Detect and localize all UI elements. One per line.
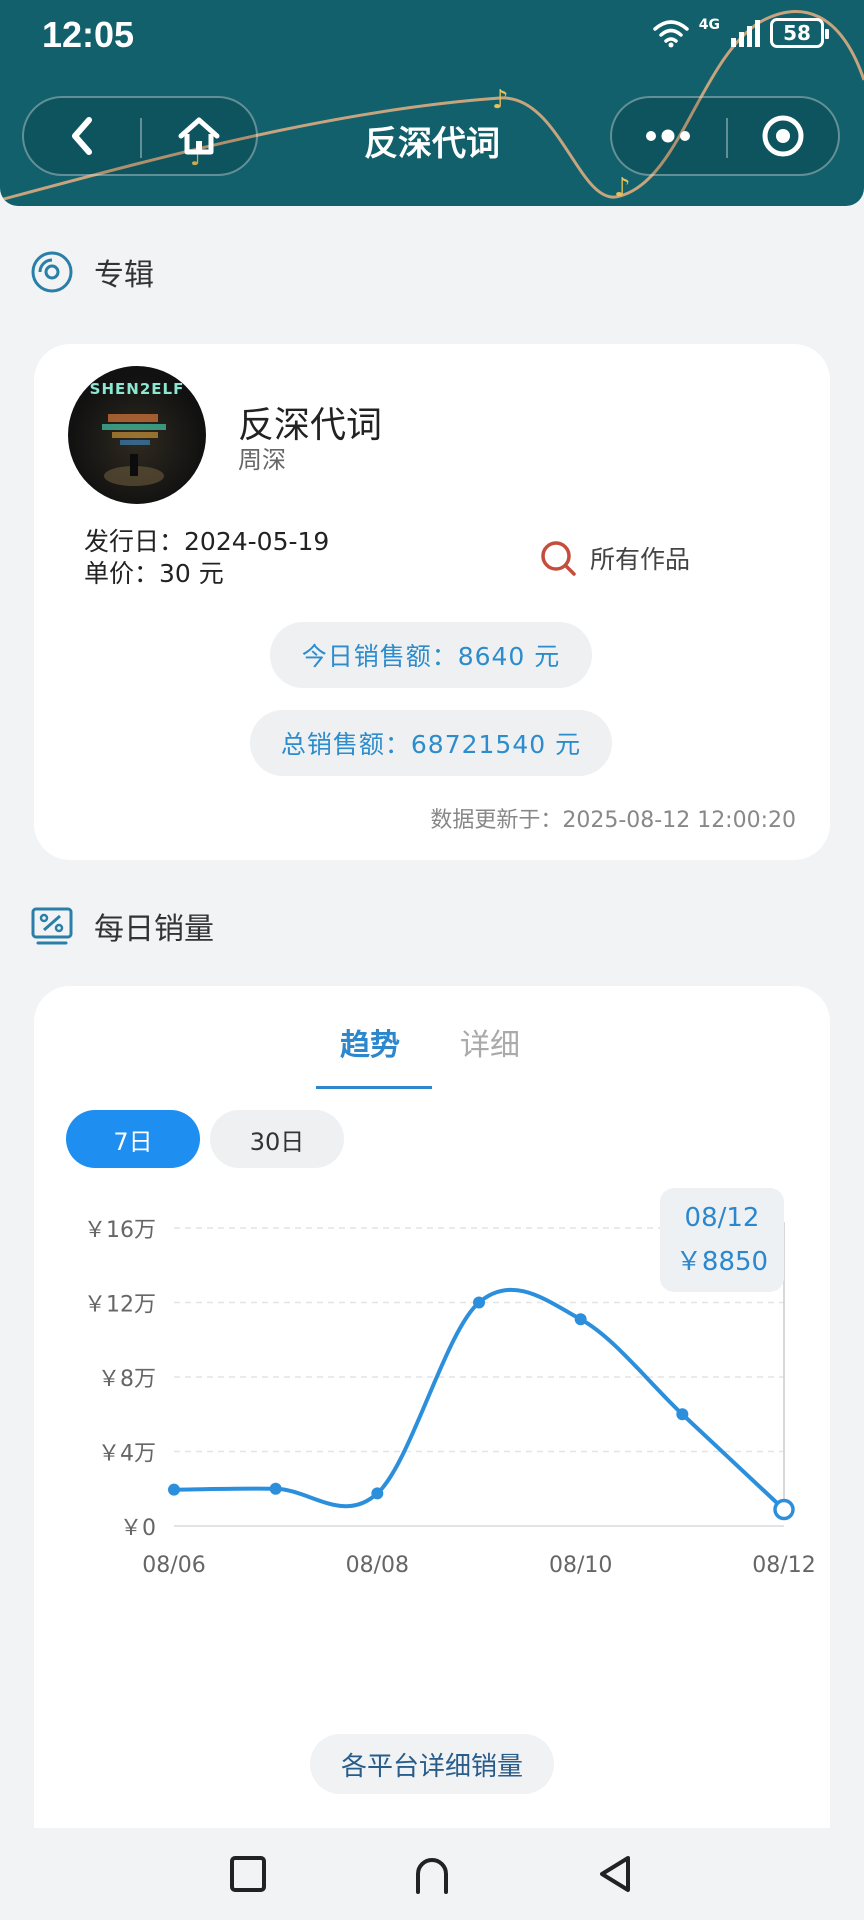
- recents-button[interactable]: [218, 1844, 278, 1904]
- chart-percent-icon: [31, 907, 73, 945]
- y-tick-label: ￥0: [120, 1516, 156, 1541]
- all-works-link[interactable]: 所有作品: [538, 538, 690, 578]
- data-point: [371, 1487, 384, 1500]
- back-nav-button[interactable]: [586, 1844, 646, 1904]
- data-point: [168, 1483, 180, 1496]
- search-icon: [541, 541, 576, 576]
- today-sales-badge: 今日销售额：8640 元: [270, 622, 592, 688]
- status-time: 12:05: [42, 14, 135, 55]
- system-nav-bar: [0, 1828, 864, 1920]
- update-timestamp: 数据更新于：2025-08-12 12:00:20: [430, 808, 796, 833]
- home-arc-icon: [416, 1858, 448, 1894]
- close-miniapp-button[interactable]: [728, 98, 838, 174]
- tab-detail[interactable]: 详细: [460, 1020, 520, 1064]
- album-section-title: 专辑: [94, 258, 154, 293]
- album-card: SHEN2ELF 反深代词 周深 发行日：2024-05-19 单价：30 元 …: [34, 344, 830, 860]
- y-tick-label: ￥8万: [98, 1367, 156, 1392]
- status-icons: 4G 58: [653, 17, 829, 48]
- y-tick-label: ￥16万: [84, 1218, 156, 1243]
- total-sales-badge: 总销售额：68721540 元: [250, 710, 612, 776]
- data-point: [473, 1296, 485, 1309]
- data-point-highlight: [773, 1498, 795, 1521]
- svg-text:♪: ♪: [492, 85, 509, 115]
- y-tick-label: ￥4万: [98, 1442, 156, 1467]
- price-value: 30 元: [159, 559, 224, 588]
- app-header: ♪ ♪ ♪ 12:05 4G 58 反深代词: [0, 0, 864, 206]
- release-label: 发行日：: [84, 527, 185, 556]
- wifi-icon: [653, 20, 689, 48]
- x-tick-label: 08/06: [142, 1553, 205, 1578]
- all-works-label: 所有作品: [590, 545, 691, 574]
- chart-tooltip: 08/12 ￥8850: [660, 1188, 784, 1292]
- tooltip-date: 08/12: [684, 1202, 760, 1233]
- square-icon: [230, 1856, 266, 1892]
- series-line: [173, 1287, 786, 1511]
- x-tick-label: 08/10: [549, 1553, 612, 1578]
- tooltip-value: ￥8850: [675, 1246, 769, 1277]
- back-triangle-icon: [600, 1856, 630, 1892]
- data-point: [676, 1408, 689, 1421]
- data-point: [574, 1313, 587, 1326]
- battery-indicator: 58: [770, 18, 829, 48]
- cover-art: [102, 414, 166, 486]
- x-tick-label: 08/08: [346, 1553, 409, 1578]
- data-point: [269, 1482, 282, 1495]
- nav-pill-right: [610, 96, 840, 176]
- signal-icon: [731, 20, 760, 47]
- x-tick-label: 08/12: [752, 1553, 815, 1578]
- tab-trend[interactable]: 趋势: [340, 1020, 400, 1064]
- price-line: 单价：30 元: [84, 554, 224, 590]
- tab-underline: [316, 1086, 432, 1089]
- daily-section-heading: 每日销量: [30, 904, 214, 948]
- daily-section-title: 每日销量: [94, 912, 214, 947]
- more-button[interactable]: [612, 98, 724, 174]
- network-type: 4G: [698, 17, 720, 33]
- release-date-line: 发行日：2024-05-19: [84, 522, 329, 558]
- range-30-days-button[interactable]: 30日: [210, 1110, 344, 1168]
- range-7-days-button[interactable]: 7日: [66, 1110, 200, 1168]
- svg-text:♪: ♪: [614, 173, 631, 203]
- chart-card: 趋势 详细 7日 30日 ￥0 ￥4万 ￥8万 ￥12万 ￥16万 08/06 08/08 0…: [34, 986, 830, 1866]
- release-date: 2024-05-19: [184, 527, 330, 556]
- album-cover[interactable]: SHEN2ELF: [68, 366, 206, 504]
- y-tick-label: ￥12万: [84, 1293, 156, 1318]
- home-nav-button[interactable]: [402, 1844, 462, 1904]
- more-dots-icon: [646, 129, 690, 143]
- target-circle-icon: [762, 115, 804, 157]
- price-label: 单价：: [84, 559, 160, 588]
- album-section-heading: 专辑: [30, 250, 154, 294]
- platform-detail-button[interactable]: 各平台详细销量: [310, 1734, 554, 1794]
- disc-icon: [31, 251, 73, 293]
- artist-name[interactable]: 周深: [238, 440, 286, 475]
